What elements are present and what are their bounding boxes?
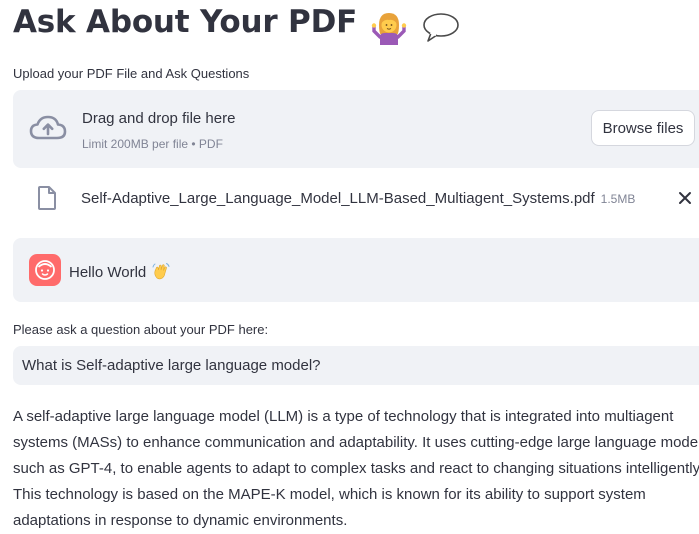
- question-input[interactable]: [13, 346, 699, 385]
- speech-balloon-icon: [421, 7, 461, 44]
- browse-files-button[interactable]: Browse files: [591, 110, 695, 146]
- file-dropzone[interactable]: Drag and drop file here Limit 200MB per …: [13, 90, 699, 168]
- page-title: Ask About Your PDF: [13, 4, 461, 45]
- assistant-avatar: [29, 254, 61, 286]
- dropzone-instruction: Drag and drop file here: [82, 110, 236, 127]
- answer-text: A self-adaptive large language model (LL…: [13, 408, 699, 529]
- uploaded-file: Self-Adaptive_Large_Language_Model_LLM-B…: [13, 182, 699, 216]
- chat-message-line: Hello World: [69, 262, 170, 281]
- cloud-upload-icon: [29, 114, 67, 147]
- file-size: 1.5MB: [600, 192, 636, 206]
- file-icon: [37, 185, 57, 216]
- remove-file-close-icon[interactable]: [677, 190, 693, 211]
- page-title-text: Ask About Your PDF: [13, 4, 358, 40]
- bot-face-icon: [35, 260, 55, 280]
- file-name-line: Self-Adaptive_Large_Language_Model_LLM-B…: [81, 190, 635, 207]
- chat-message-text: Hello World: [69, 264, 147, 281]
- file-name: Self-Adaptive_Large_Language_Model_LLM-B…: [81, 190, 595, 207]
- chat-message: Hello World: [13, 238, 699, 302]
- waving-hand-icon: [152, 263, 170, 280]
- uploader-label: Upload your PDF File and Ask Questions: [13, 66, 250, 81]
- person-shrugging-emoji-icon: [371, 7, 407, 45]
- dropzone-limit: Limit 200MB per file • PDF: [82, 137, 223, 151]
- question-label: Please ask a question about your PDF her…: [13, 322, 269, 337]
